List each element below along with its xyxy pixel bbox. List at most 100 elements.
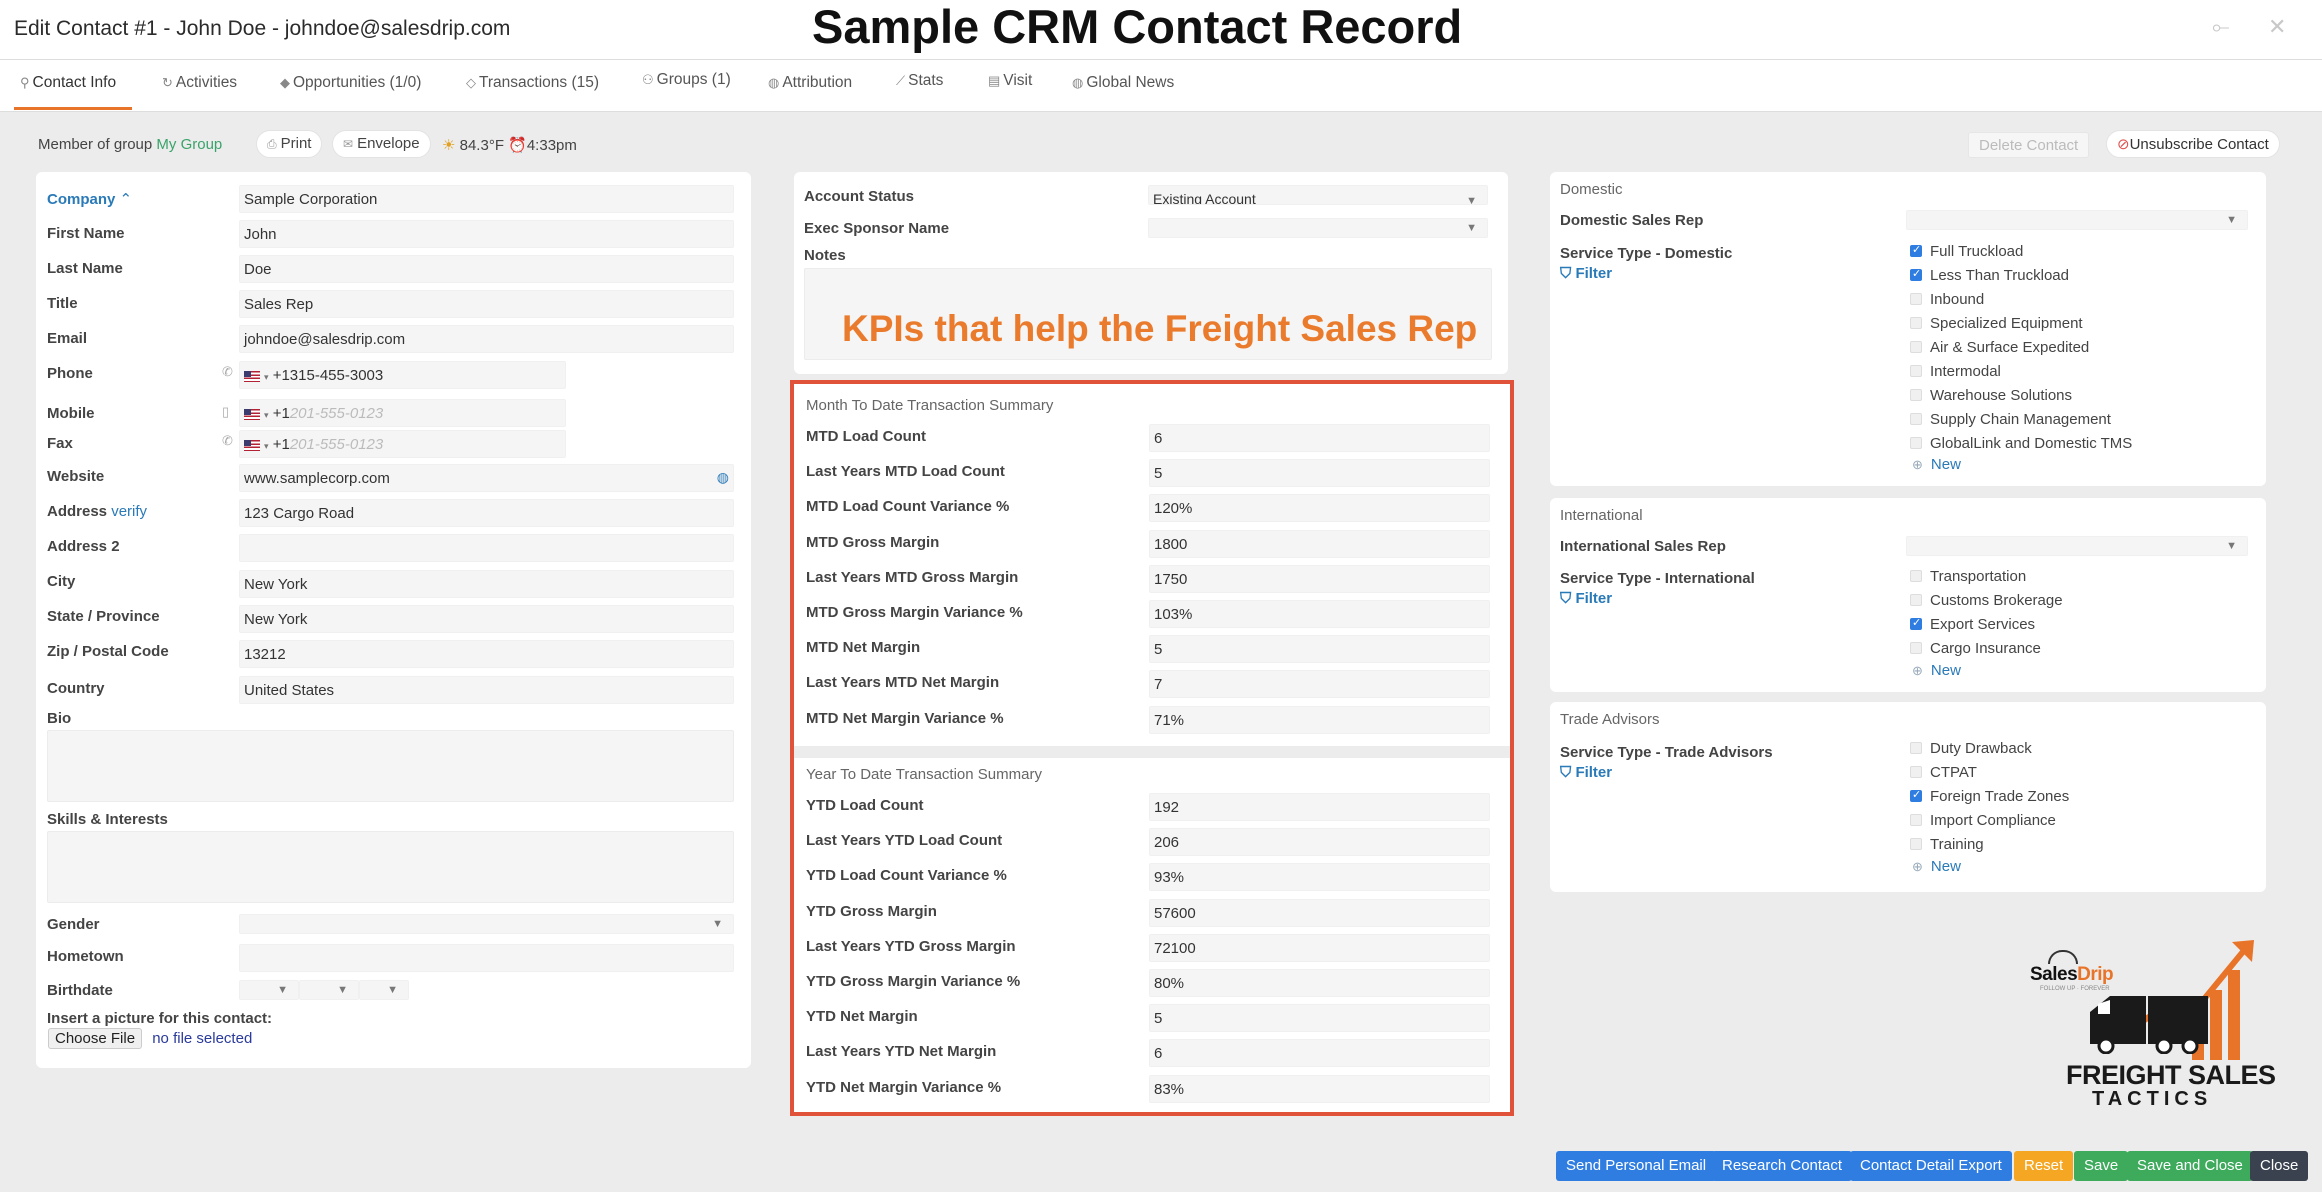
international-option[interactable]: Export Services — [1910, 616, 2035, 633]
checkbox-icon[interactable] — [1910, 317, 1922, 329]
mtd-kpi-value[interactable]: 7 — [1149, 670, 1490, 699]
address-field[interactable]: 123 Cargo Road — [239, 499, 734, 527]
group-link[interactable]: My Group — [156, 136, 222, 153]
checkbox-checked-icon[interactable] — [1910, 243, 1922, 257]
trade-option[interactable]: Foreign Trade Zones — [1910, 788, 2069, 805]
skills-textarea[interactable] — [47, 831, 734, 903]
trade-filter[interactable]: ⛉ Filter — [1560, 764, 1612, 781]
close-icon[interactable]: ✕ — [2268, 14, 2286, 40]
account-status-select[interactable]: Existing Account ▼ — [1148, 185, 1488, 205]
website-field[interactable]: www.samplecorp.com ◍ — [239, 464, 734, 492]
domestic-option[interactable]: Air & Surface Expedited — [1910, 339, 2089, 356]
mtd-kpi-value[interactable]: 1800 — [1149, 529, 1490, 558]
save-and-close-button[interactable]: Save and Close — [2127, 1151, 2253, 1181]
mtd-kpi-value[interactable]: 5 — [1149, 635, 1490, 664]
checkbox-icon[interactable] — [1910, 594, 1922, 606]
international-option[interactable]: Cargo Insurance — [1910, 640, 2041, 657]
ytd-kpi-value[interactable]: 83% — [1149, 1074, 1490, 1103]
address2-field[interactable] — [239, 534, 734, 562]
international-option[interactable]: Customs Brokerage — [1910, 592, 2063, 609]
title-field[interactable]: Sales Rep — [239, 290, 734, 318]
birth-month-select[interactable]: ▼ — [239, 980, 299, 1000]
domestic-option[interactable]: Full Truckload — [1910, 243, 2023, 260]
tab-activities[interactable]: ↻ Activities — [162, 74, 237, 92]
tab-groups[interactable]: ⚇ Groups (1) — [642, 71, 731, 89]
pin-icon[interactable]: ⟜ — [2212, 14, 2230, 40]
city-field[interactable]: New York — [239, 570, 734, 598]
close-button[interactable]: Close — [2250, 1151, 2309, 1181]
checkbox-icon[interactable] — [1910, 389, 1922, 401]
ytd-kpi-value[interactable]: 57600 — [1149, 898, 1490, 927]
domestic-option[interactable]: Warehouse Solutions — [1910, 387, 2072, 404]
checkbox-icon[interactable] — [1910, 437, 1922, 449]
domestic-option[interactable]: Intermodal — [1910, 363, 2001, 380]
choose-file-button[interactable]: Choose File — [48, 1028, 143, 1049]
email-field[interactable]: johndoe@salesdrip.com — [239, 325, 734, 353]
mtd-kpi-value[interactable]: 103% — [1149, 600, 1490, 628]
domestic-rep-select[interactable]: ▼ — [1906, 210, 2248, 230]
mtd-kpi-value[interactable]: 1750 — [1149, 564, 1490, 593]
checkbox-icon[interactable] — [1910, 838, 1922, 850]
checkbox-checked-icon[interactable] — [1910, 267, 1922, 281]
save-button[interactable]: Save — [2074, 1151, 2129, 1181]
reset-button[interactable]: Reset — [2014, 1151, 2074, 1181]
unsubscribe-contact-button[interactable]: ⊘Unsubscribe Contact — [2106, 130, 2280, 158]
ytd-kpi-value[interactable]: 93% — [1149, 863, 1490, 892]
tab-contact-info[interactable]: ⚲ Contact Info — [20, 74, 116, 92]
contact-detail-export-button[interactable]: Contact Detail Export — [1850, 1151, 2012, 1181]
domestic-option[interactable]: Specialized Equipment — [1910, 315, 2083, 332]
company-field[interactable]: Sample Corporation — [239, 185, 734, 213]
mtd-kpi-value[interactable]: 5 — [1149, 459, 1490, 488]
globe-icon[interactable]: ◍ — [717, 469, 729, 486]
bio-textarea[interactable] — [47, 730, 734, 802]
checkbox-checked-icon[interactable] — [1910, 788, 1922, 802]
checkbox-checked-icon[interactable] — [1910, 616, 1922, 630]
checkbox-icon[interactable] — [1910, 742, 1922, 754]
birth-year-select[interactable]: ▼ — [359, 980, 409, 1000]
tab-visit[interactable]: ▤ Visit — [988, 72, 1032, 90]
checkbox-icon[interactable] — [1910, 341, 1922, 353]
domestic-filter[interactable]: ⛉ Filter — [1560, 265, 1612, 282]
research-contact-button[interactable]: Research Contact — [1712, 1151, 1853, 1181]
state-field[interactable]: New York — [239, 605, 734, 633]
chevron-up-icon[interactable]: ⌃ — [120, 191, 133, 208]
international-option[interactable]: Transportation — [1910, 568, 2026, 585]
exec-sponsor-select[interactable]: ▼ — [1148, 218, 1488, 238]
domestic-option[interactable]: Inbound — [1910, 291, 1984, 308]
checkbox-icon[interactable] — [1910, 293, 1922, 305]
ytd-kpi-value[interactable]: 6 — [1149, 1039, 1490, 1068]
birth-day-select[interactable]: ▼ — [299, 980, 359, 1000]
envelope-button[interactable]: ✉ Envelope — [332, 130, 431, 158]
ytd-kpi-value[interactable]: 5 — [1149, 1004, 1490, 1033]
mtd-kpi-value[interactable]: 71% — [1149, 705, 1490, 734]
gender-select[interactable]: ▼ — [239, 914, 734, 934]
mobile-field[interactable]: ▾ +1201-555-0123 — [239, 399, 566, 427]
checkbox-icon[interactable] — [1910, 413, 1922, 425]
checkbox-icon[interactable] — [1910, 642, 1922, 654]
zip-field[interactable]: 13212 — [239, 640, 734, 668]
domestic-option[interactable]: Less Than Truckload — [1910, 267, 2069, 284]
tab-stats[interactable]: ⟋ Stats — [896, 72, 943, 90]
country-field[interactable]: United States — [239, 676, 734, 704]
trade-option[interactable]: CTPAT — [1910, 764, 1977, 781]
last-name-field[interactable]: Doe — [239, 255, 734, 283]
verify-link[interactable]: verify — [111, 503, 147, 520]
ytd-kpi-value[interactable]: 192 — [1149, 793, 1490, 821]
send-personal-email-button[interactable]: Send Personal Email — [1556, 1151, 1717, 1181]
tab-opportunities[interactable]: ◆ Opportunities (1/0) — [280, 74, 421, 92]
checkbox-icon[interactable] — [1910, 814, 1922, 826]
checkbox-icon[interactable] — [1910, 570, 1922, 582]
fax-field[interactable]: ▾ +1201-555-0123 — [239, 430, 566, 458]
hometown-field[interactable] — [239, 944, 734, 972]
ytd-kpi-value[interactable]: 72100 — [1149, 933, 1490, 962]
mtd-kpi-value[interactable]: 120% — [1149, 494, 1490, 523]
trade-option[interactable]: Training — [1910, 836, 1984, 853]
domestic-option[interactable]: Supply Chain Management — [1910, 411, 2111, 428]
ytd-kpi-value[interactable]: 206 — [1149, 828, 1490, 857]
tab-attribution[interactable]: ◍ Attribution — [768, 74, 852, 92]
trade-option[interactable]: Duty Drawback — [1910, 740, 2032, 757]
domestic-new-link[interactable]: ⊕ New — [1912, 456, 1961, 473]
international-filter[interactable]: ⛉ Filter — [1560, 590, 1612, 607]
trade-option[interactable]: Import Compliance — [1910, 812, 2056, 829]
domestic-option[interactable]: GlobalLink and Domestic TMS — [1910, 435, 2132, 452]
